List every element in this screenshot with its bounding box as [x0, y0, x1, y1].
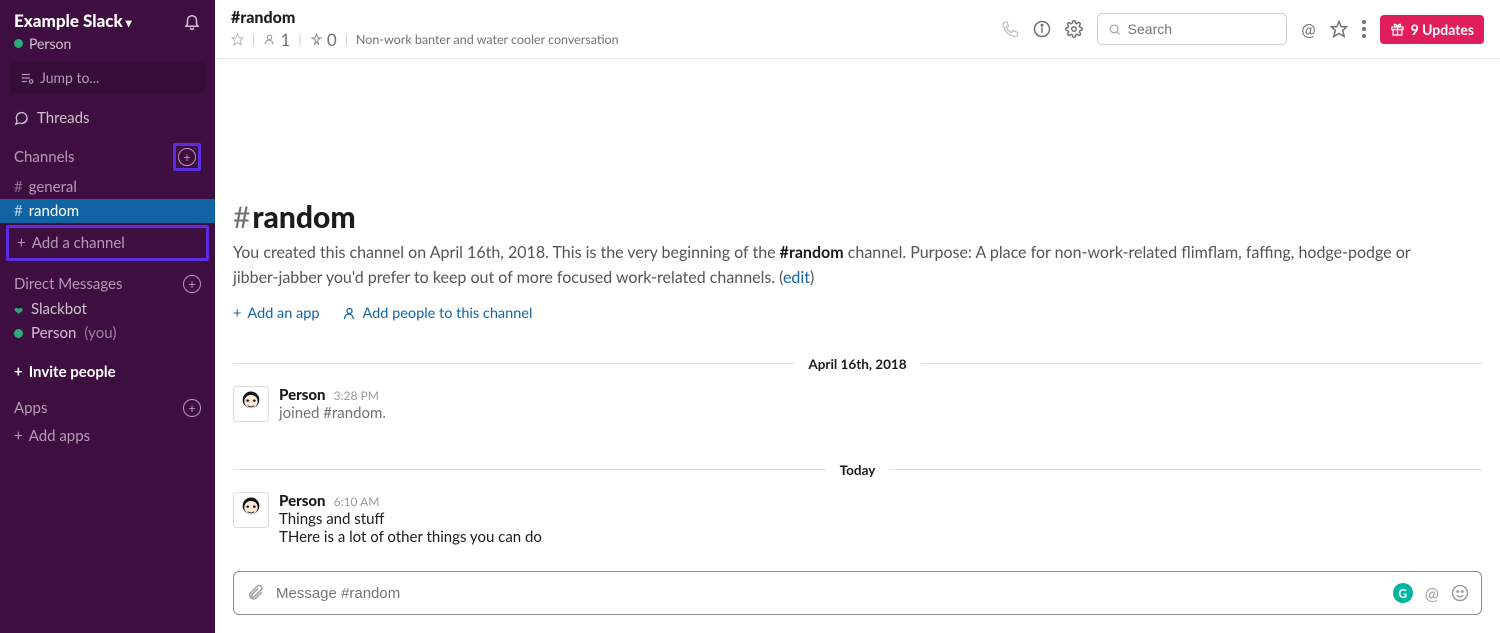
avatar[interactable]: [233, 386, 269, 422]
pins-button[interactable]: 0: [310, 29, 337, 50]
add-apps-link[interactable]: + Add apps: [0, 421, 215, 451]
message-composer[interactable]: G @: [233, 571, 1482, 615]
plus-icon: +: [14, 427, 23, 445]
add-channel-link[interactable]: + Add a channel: [9, 228, 206, 258]
person-icon: [263, 33, 276, 46]
channel-item-random[interactable]: # random: [0, 199, 215, 223]
person-icon: [342, 306, 357, 321]
message-time: 6:10 AM: [334, 494, 380, 509]
channel-name: random: [29, 202, 79, 220]
add-apps-label: Add apps: [29, 427, 90, 445]
presence-dot-icon: [14, 39, 23, 48]
annotation-highlight: +: [173, 143, 201, 171]
emoji-icon[interactable]: [1451, 584, 1469, 602]
workspace-switcher[interactable]: Example Slack: [14, 10, 132, 31]
invite-people-link[interactable]: + Invite people: [0, 357, 215, 387]
search-list-icon: [20, 71, 34, 85]
message-author[interactable]: Person: [279, 492, 326, 510]
thread-icon: [14, 111, 29, 126]
heart-icon: ❤: [14, 305, 23, 314]
dm-header[interactable]: Direct Messages: [14, 275, 122, 293]
message-text: Things and stuff: [279, 510, 1482, 528]
dm-item-self[interactable]: Person (you): [0, 321, 215, 345]
main-pane: #random | 1 | 0 | Non-work banter and wa…: [215, 0, 1500, 633]
plus-icon: +: [17, 234, 26, 252]
intro-description: You created this channel on April 16th, …: [233, 241, 1433, 291]
dm-item-slackbot[interactable]: ❤ Slackbot: [0, 297, 215, 321]
dm-name: Slackbot: [31, 300, 87, 318]
channel-name: general: [29, 178, 77, 196]
add-channel-label: Add a channel: [32, 234, 125, 252]
bell-icon[interactable]: [183, 12, 201, 30]
search-field[interactable]: [1128, 21, 1277, 37]
channel-item-general[interactable]: # general: [0, 175, 215, 199]
add-channel-icon[interactable]: +: [178, 148, 196, 166]
hash-icon: #: [14, 202, 23, 220]
members-button[interactable]: 1: [263, 29, 290, 50]
date-divider: April 16th, 2018: [233, 356, 1482, 372]
phone-icon[interactable]: [1001, 20, 1019, 38]
date-divider: Today: [233, 462, 1482, 478]
message-time: 3:28 PM: [334, 388, 379, 403]
invite-label: Invite people: [29, 363, 116, 381]
channel-header: #random | 1 | 0 | Non-work banter and wa…: [215, 0, 1500, 59]
threads-label: Threads: [37, 109, 90, 127]
star-items-icon[interactable]: [1330, 20, 1348, 38]
hash-icon: #: [14, 178, 23, 196]
attach-icon[interactable]: [246, 584, 264, 602]
composer-area: G @: [215, 563, 1500, 633]
search-input[interactable]: [1097, 13, 1287, 45]
message-text: THere is a lot of other things you can d…: [279, 528, 1482, 546]
add-people-link[interactable]: Add people to this channel: [342, 305, 533, 322]
jump-to-placeholder: Jump to...: [40, 69, 99, 86]
current-user[interactable]: Person: [0, 35, 215, 62]
gear-icon[interactable]: [1065, 20, 1083, 38]
dm-name: Person: [31, 324, 76, 342]
member-count: 1: [281, 29, 291, 50]
star-icon[interactable]: [231, 33, 244, 46]
plus-icon: +: [233, 305, 241, 322]
sidebar: Example Slack Person Jump to... Threads …: [0, 0, 215, 633]
updates-button[interactable]: 9 Updates: [1380, 15, 1484, 44]
search-icon: [1108, 22, 1121, 37]
message-author[interactable]: Person: [279, 386, 326, 404]
channel-topic[interactable]: Non-work banter and water cooler convers…: [356, 32, 619, 47]
add-app-icon[interactable]: +: [183, 399, 201, 417]
message-item[interactable]: Person 6:10 AM Things and stuff THere is…: [233, 490, 1482, 552]
annotation-highlight: + Add a channel: [6, 225, 209, 261]
message-item[interactable]: Person 3:28 PM joined #random.: [233, 384, 1482, 428]
mention-icon[interactable]: @: [1425, 583, 1439, 604]
message-pane[interactable]: #random You created this channel on Apri…: [215, 59, 1500, 563]
info-icon[interactable]: [1033, 20, 1051, 38]
new-dm-icon[interactable]: +: [183, 275, 201, 293]
edit-purpose-link[interactable]: edit: [783, 268, 810, 287]
add-app-link[interactable]: + Add an app: [233, 305, 320, 322]
current-user-name: Person: [29, 35, 71, 52]
avatar[interactable]: [233, 492, 269, 528]
gift-icon: [1390, 22, 1405, 37]
intro-title: #random: [233, 199, 1482, 235]
channel-title[interactable]: #random: [231, 8, 987, 27]
presence-dot-icon: [14, 329, 23, 338]
threads-link[interactable]: Threads: [0, 105, 215, 131]
channel-intro: #random You created this channel on Apri…: [233, 59, 1482, 322]
jump-to-input[interactable]: Jump to...: [10, 62, 205, 93]
message-text: joined #random.: [279, 404, 1482, 422]
more-icon[interactable]: [1362, 20, 1366, 38]
updates-label: 9 Updates: [1411, 21, 1474, 38]
mentions-icon[interactable]: @: [1301, 19, 1315, 40]
apps-header[interactable]: Apps: [14, 399, 47, 417]
composer-input[interactable]: [276, 585, 1381, 602]
grammarly-icon[interactable]: G: [1393, 583, 1413, 603]
channels-header[interactable]: Channels: [14, 148, 75, 166]
pin-count: 0: [327, 29, 337, 50]
plus-icon: +: [14, 363, 23, 381]
pin-icon: [310, 33, 323, 46]
you-label: (you): [84, 324, 116, 342]
